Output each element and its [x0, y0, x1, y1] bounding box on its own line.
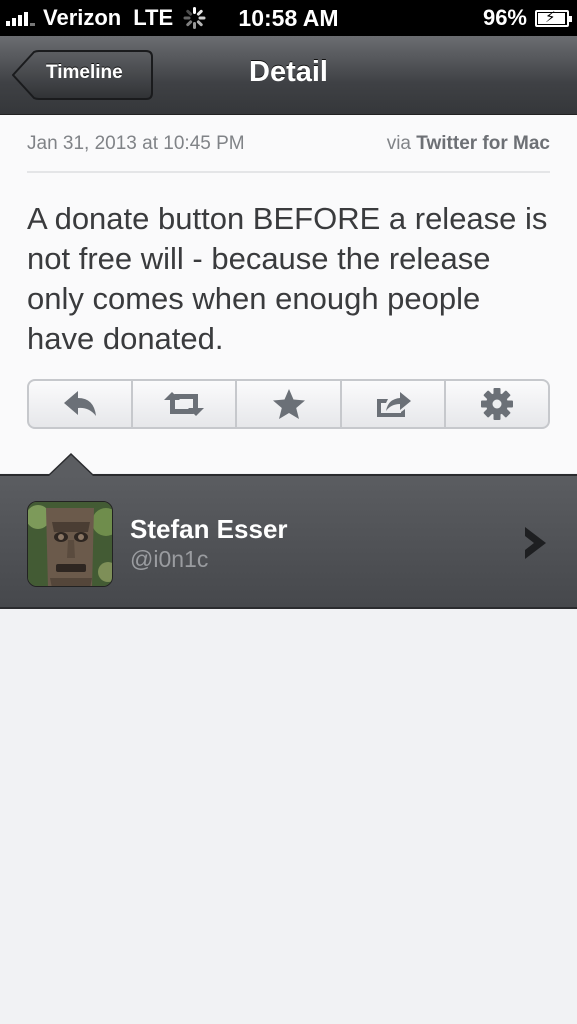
via-app-link[interactable]: Twitter for Mac [416, 133, 550, 154]
tweet-source: via Twitter for Mac [387, 133, 550, 155]
more-options-button[interactable] [446, 381, 548, 427]
tweet-date: Jan 31, 2013 at 10:45 PM [27, 133, 245, 154]
reply-icon [64, 391, 97, 416]
user-name: Stefan Esser [130, 514, 288, 544]
avatar-image [28, 502, 112, 586]
navigation-bar: Timeline Detail [0, 36, 577, 115]
carrier-label: Verizon [43, 5, 122, 30]
network-label: LTE [133, 5, 174, 30]
favorite-button[interactable] [237, 381, 342, 427]
tweet-meta: Jan 31, 2013 at 10:45 PM via Twitter for… [27, 133, 550, 173]
detail-pointer [49, 455, 93, 476]
status-left: Verizon LTE [6, 4, 206, 32]
tweet-action-bar [27, 379, 550, 429]
battery-percent: 96% [482, 5, 527, 30]
battery-icon: ⚡ [535, 9, 572, 27]
retweet-button[interactable] [133, 381, 238, 427]
star-icon [272, 389, 305, 419]
user-row[interactable]: Stefan Esser @i0n1c [0, 474, 577, 609]
via-prefix: via [386, 133, 411, 154]
avatar [27, 501, 113, 587]
tweet-detail: Jan 31, 2013 at 10:45 PM via Twitter for… [0, 115, 577, 473]
share-icon [376, 392, 411, 417]
signal-strength-icon [6, 10, 37, 26]
page-title: Detail [249, 56, 328, 88]
share-button[interactable] [342, 381, 446, 427]
user-handle: @i0n1c [130, 546, 209, 572]
gear-icon [480, 388, 513, 420]
chevron-right-icon [525, 527, 546, 559]
retweet-icon [164, 392, 205, 416]
tweet-text: A donate button BEFORE a release is not … [27, 201, 548, 356]
status-right: 96% ⚡ [482, 4, 572, 32]
status-bar: Verizon LTE 10:58 AM 96% ⚡ [0, 0, 577, 36]
activity-spinner-icon [183, 7, 206, 29]
reply-button[interactable] [29, 381, 134, 427]
